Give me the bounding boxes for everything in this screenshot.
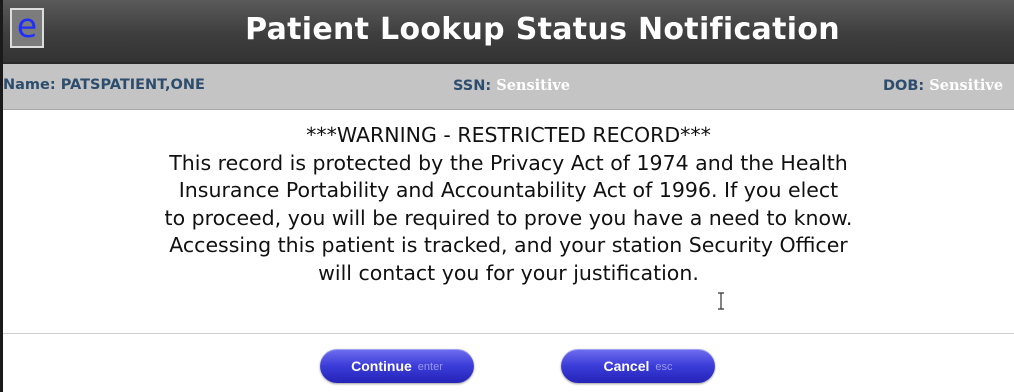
patient-dob-field: DOB: Sensitive xyxy=(883,77,1003,94)
warning-text-line: This record is protected by the Privacy … xyxy=(169,150,848,175)
patient-dob-label: DOB: xyxy=(883,78,925,94)
continue-button[interactable]: Continue enter xyxy=(320,349,474,383)
text-cursor-icon xyxy=(718,292,724,310)
warning-text-line: will contact you for your justification. xyxy=(318,260,699,285)
restricted-record-warning: ***WARNING - RESTRICTED RECORD*** This r… xyxy=(3,122,1014,287)
warning-heading: ***WARNING - RESTRICTED RECORD*** xyxy=(306,123,711,147)
continue-shortcut-hint: enter xyxy=(417,361,443,373)
cancel-button[interactable]: Cancel esc xyxy=(561,349,715,383)
continue-button-label: Continue xyxy=(351,358,412,374)
patient-dob-value: Sensitive xyxy=(929,77,1004,94)
cancel-button-label: Cancel xyxy=(603,358,650,374)
patient-name-field: Name: PATSPATIENT,ONE xyxy=(3,77,205,93)
title-bar: e Patient Lookup Status Notification xyxy=(3,0,1014,64)
warning-text-line: to proceed, you will be required to prov… xyxy=(164,205,853,230)
patient-name-value: PATSPATIENT,ONE xyxy=(60,77,205,93)
button-separator xyxy=(3,333,1014,334)
cancel-shortcut-hint: esc xyxy=(655,361,673,373)
patient-lookup-dialog: e Patient Lookup Status Notification Nam… xyxy=(0,0,1014,392)
warning-text-line: Accessing this patient is tracked, and y… xyxy=(169,233,848,257)
patient-info-bar: Name: PATSPATIENT,ONE SSN: Sensitive DOB… xyxy=(3,64,1014,110)
warning-text-line: Insurance Portability and Accountability… xyxy=(178,178,839,202)
patient-ssn-field: SSN: Sensitive xyxy=(453,77,570,94)
dialog-title: Patient Lookup Status Notification xyxy=(245,12,840,47)
patient-ssn-value: Sensitive xyxy=(496,77,571,94)
patient-name-label: Name: xyxy=(3,77,56,93)
patient-ssn-label: SSN: xyxy=(453,78,492,94)
